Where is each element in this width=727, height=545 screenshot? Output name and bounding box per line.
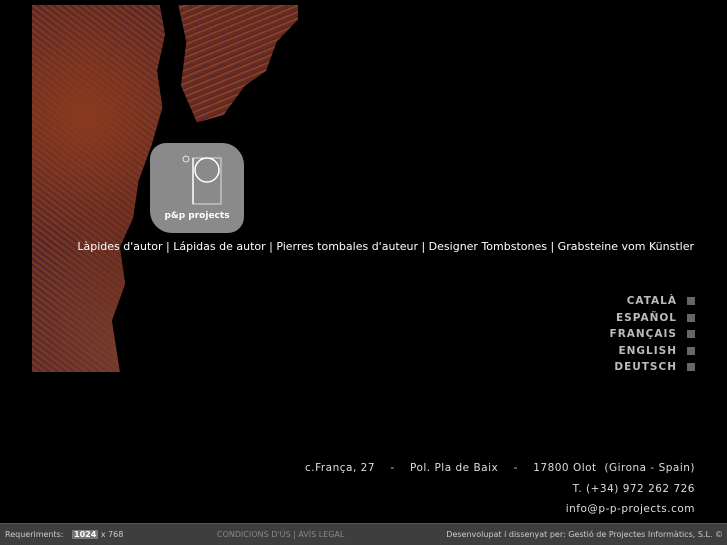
email-link[interactable]: info@p-p-projects.com	[566, 503, 695, 515]
lang-espanol[interactable]: ESPAÑOL	[610, 310, 695, 327]
requirements-label: Requeriments:	[5, 530, 64, 539]
lang-label: ESPAÑOL	[616, 311, 677, 324]
res-x: x	[100, 530, 106, 539]
legal-links[interactable]: CONDICIONS D'ÚS | AVÍS LEGAL	[217, 530, 344, 539]
lang-label: FRANÇAIS	[609, 328, 677, 341]
lang-label: ENGLISH	[618, 344, 677, 357]
square-icon	[687, 313, 695, 322]
lang-english[interactable]: ENGLISH	[610, 343, 695, 360]
logo[interactable]: p&p projects	[150, 143, 244, 233]
lang-catala[interactable]: CATALÀ	[610, 293, 695, 310]
lang-label: DEUTSCH	[614, 361, 677, 374]
square-icon	[687, 330, 695, 339]
footer-bar: Requeriments: 1024 x 768 CONDICIONS D'ÚS…	[0, 523, 727, 545]
address: c.França, 27 - Pol. Pla de Baix - 17800 …	[304, 462, 695, 474]
phone: T. (+34) 972 262 726	[572, 483, 695, 495]
res-height: 768	[108, 530, 124, 539]
language-menu: CATALÀ ESPAÑOL FRANÇAIS ENGLISH DEUTSCH	[610, 293, 695, 376]
lang-deutsch[interactable]: DEUTSCH	[610, 359, 695, 376]
square-icon	[687, 297, 695, 306]
square-icon	[687, 363, 695, 372]
lang-label: CATALÀ	[626, 295, 677, 308]
tagline: Làpides d'autor | Lápidas de autor | Pie…	[77, 240, 694, 253]
lang-francais[interactable]: FRANÇAIS	[610, 326, 695, 343]
requirements-resolution: 1024 x 768	[72, 530, 123, 539]
square-icon	[687, 346, 695, 355]
logo-text: p&p projects	[164, 211, 230, 221]
credits[interactable]: Desenvolupat i dissenyat per: Gestió de …	[446, 530, 723, 539]
res-width: 1024	[72, 530, 99, 539]
